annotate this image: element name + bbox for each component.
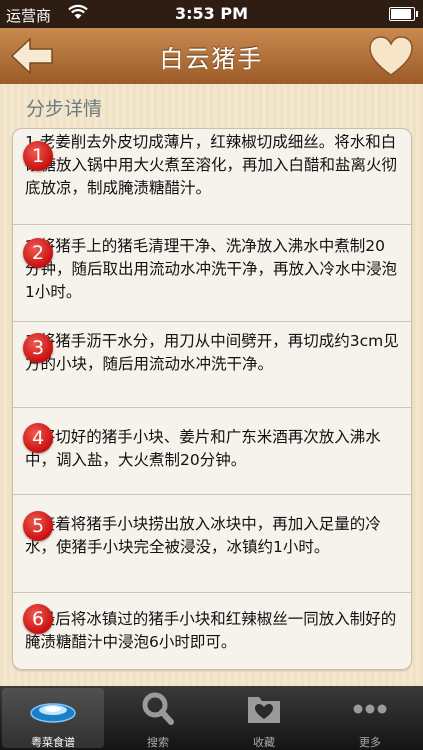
search-icon xyxy=(107,691,209,727)
step-item[interactable]: 5.接着将猪手小块捞出放入冰块中，再加入足量的冷水，使猪手小块完全被浸没，冰镇约… xyxy=(13,495,411,593)
step-text: 4.将切好的猪手小块、姜片和广东米酒再次放入沸水中，调入盐，大火煮制20分钟。 xyxy=(25,428,381,469)
step-number-badge: 4 xyxy=(23,423,53,453)
step-text: 6.最后将冰镇过的猪手小块和红辣椒丝一同放入制好的腌渍糖醋汁中浸泡6小时即可。 xyxy=(25,610,397,651)
tab-recipes[interactable]: 粤菜食谱 xyxy=(2,688,104,749)
step-text: 5.接着将猪手小块捞出放入冰块中，再加入足量的冷水，使猪手小块完全被浸没，冰镇约… xyxy=(25,515,381,556)
tab-bar: 粤菜食谱 搜索 收藏 更多 xyxy=(0,686,423,750)
favorites-folder-icon xyxy=(213,691,315,727)
tab-label: 收藏 xyxy=(253,736,275,749)
step-number-badge: 5 xyxy=(23,511,53,541)
step-number-badge: 2 xyxy=(23,238,53,268)
navigation-bar: 白云猪手 xyxy=(0,28,423,85)
tab-more[interactable]: 更多 xyxy=(319,688,421,749)
step-text: 2.将猪手上的猪毛清理干净、洗净放入沸水中煮制20分钟，随后取出用流动水冲洗干净… xyxy=(25,237,398,301)
step-number-badge: 1 xyxy=(23,141,53,171)
tab-favorites[interactable]: 收藏 xyxy=(213,688,315,749)
tab-label: 更多 xyxy=(359,736,381,749)
section-title: 分步详情 xyxy=(26,98,103,120)
step-item[interactable]: 3.将猪手沥干水分，用刀从中间劈开，再切成约3cm见方的小块，随后用流动水冲洗干… xyxy=(13,322,411,408)
status-time: 3:53 PM xyxy=(174,4,248,23)
battery-icon xyxy=(389,7,418,21)
tab-label: 搜索 xyxy=(147,736,169,749)
step-item[interactable]: 6.最后将冰镇过的猪手小块和红辣椒丝一同放入制好的腌渍糖醋汁中浸泡6小时即可。 … xyxy=(13,593,411,669)
favorite-button[interactable] xyxy=(367,35,415,79)
step-number-badge: 3 xyxy=(23,333,53,363)
content-area[interactable]: 分步详情 1.老姜削去外皮切成薄片，红辣椒切成细丝。将水和白砂糖放入锅中用大火煮… xyxy=(0,84,423,686)
step-item[interactable]: 1.老姜削去外皮切成薄片，红辣椒切成细丝。将水和白砂糖放入锅中用大火煮至溶化，再… xyxy=(13,129,411,225)
tab-search[interactable]: 搜索 xyxy=(107,688,209,749)
step-number-badge: 6 xyxy=(23,604,53,634)
page-title: 白云猪手 xyxy=(159,45,264,73)
status-bar: 运营商 3:53 PM xyxy=(0,0,423,28)
step-item[interactable]: 2.将猪手上的猪毛清理干净、洗净放入沸水中煮制20分钟，随后取出用流动水冲洗干净… xyxy=(13,225,411,322)
step-text: 1.老姜削去外皮切成薄片，红辣椒切成细丝。将水和白砂糖放入锅中用大火煮至溶化，再… xyxy=(25,133,398,197)
tab-label: 粤菜食谱 xyxy=(31,736,75,749)
steps-list[interactable]: 1.老姜削去外皮切成薄片，红辣椒切成细丝。将水和白砂糖放入锅中用大火煮至溶化，再… xyxy=(12,128,412,670)
step-item[interactable]: 4.将切好的猪手小块、姜片和广东米酒再次放入沸水中，调入盐，大火煮制20分钟。 … xyxy=(13,408,411,495)
heart-icon xyxy=(369,36,413,76)
more-icon xyxy=(319,691,421,727)
dish-icon xyxy=(2,691,104,727)
step-text: 3.将猪手沥干水分，用刀从中间劈开，再切成约3cm见方的小块，随后用流动水冲洗干… xyxy=(25,332,399,373)
